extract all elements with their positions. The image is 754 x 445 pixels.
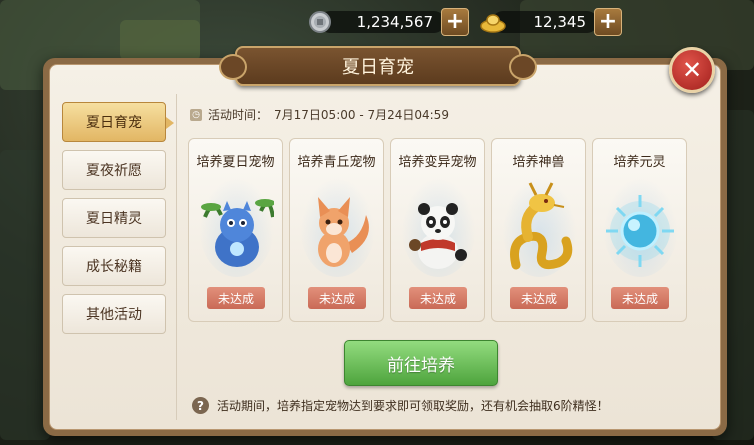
close-icon: ✕ (681, 56, 703, 84)
event-sidebar: 夏日育宠 夏夜祈愿 夏日精灵 成长秘籍 其他活动 (62, 102, 174, 342)
gold-ingot-icon (478, 8, 508, 36)
pet-task-card[interactable]: 培养神兽 未达成 (491, 138, 586, 322)
golden-dragon-icon (502, 177, 577, 277)
dialog-title: 夏日育宠 (219, 46, 537, 86)
event-note-text: 活动期间，培养指定宠物达到要求即可领取奖励，还有机会抽取6阶精怪！ (217, 399, 609, 413)
event-time-label: 活动时间： (208, 108, 269, 122)
close-button[interactable]: ✕ (669, 47, 715, 93)
card-title: 培养夏日宠物 (196, 155, 275, 170)
tab-label: 夏日育宠 (86, 115, 142, 131)
add-silver-button[interactable]: + (441, 8, 469, 36)
card-title: 培养变异宠物 (398, 155, 477, 170)
panda-pet-icon (401, 177, 476, 277)
go-cultivate-button[interactable]: 前往培养 (344, 340, 498, 386)
pet-task-card[interactable]: 培养青丘宠物 未达成 (289, 138, 384, 322)
status-badge: 未达成 (510, 287, 568, 309)
help-icon[interactable]: ? (192, 397, 209, 414)
add-gold-button[interactable]: + (594, 8, 622, 36)
tab-label: 其他活动 (86, 307, 142, 323)
tab-summer-pet[interactable]: 夏日育宠 (62, 102, 174, 142)
event-note: ? 活动期间，培养指定宠物达到要求即可领取奖励，还有机会抽取6阶精怪！ (192, 397, 609, 414)
status-badge: 未达成 (611, 287, 669, 309)
card-title: 培养元灵 (613, 155, 666, 170)
tab-summer-spirit[interactable]: 夏日精灵 (62, 198, 166, 238)
card-title: 培养青丘宠物 (297, 155, 376, 170)
event-time-range: 7月17日05:00 - 7月24日04:59 (274, 108, 449, 122)
status-badge: 未达成 (207, 287, 265, 309)
gold-currency: 12,345 + (478, 8, 622, 36)
pet-task-card[interactable]: 培养夏日宠物 未达成 (188, 138, 283, 322)
clock-icon: ◷ (190, 108, 202, 121)
pet-task-card[interactable]: 培养元灵 未达成 (592, 138, 687, 322)
blue-dragon-pet-icon (199, 177, 275, 277)
fox-pet-icon (300, 177, 375, 277)
tab-label: 夏夜祈愿 (86, 163, 142, 179)
silver-currency: 1,234,567 + (305, 8, 469, 36)
sidebar-divider (176, 94, 177, 420)
status-badge: 未达成 (308, 287, 366, 309)
card-title: 培养神兽 (512, 155, 565, 170)
event-time: ◷ 活动时间： 7月17日05:00 - 7月24日04:59 (190, 106, 449, 123)
silver-amount: 1,234,567 (356, 13, 433, 31)
tab-label: 夏日精灵 (86, 211, 142, 227)
tab-growth-guide[interactable]: 成长秘籍 (62, 246, 166, 286)
pet-task-card[interactable]: 培养变异宠物 未达成 (390, 138, 485, 322)
status-badge: 未达成 (409, 287, 467, 309)
gold-amount: 12,345 (533, 13, 587, 31)
tab-other-events[interactable]: 其他活动 (62, 294, 166, 334)
silver-coin-icon (305, 8, 335, 36)
spirit-orb-icon (603, 177, 678, 277)
tab-summer-wish[interactable]: 夏夜祈愿 (62, 150, 166, 190)
tab-label: 成长秘籍 (86, 259, 142, 275)
